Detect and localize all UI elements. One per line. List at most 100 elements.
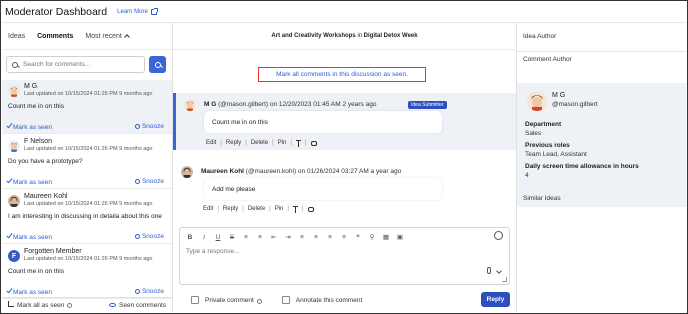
comment-text: Count me in on this (8, 103, 65, 110)
comment-text: I am interesting in discussing in detail… (8, 213, 162, 220)
clock-icon (134, 234, 140, 239)
check-icon (6, 231, 13, 239)
list-item[interactable]: F Forgotten Member Last updated on 10/15… (2, 245, 172, 299)
comment-author-card: M G @mason.gilbert Department Sales Prev… (517, 83, 686, 207)
comment-author-heading[interactable]: Comment Author (517, 51, 686, 69)
avatar: F (8, 250, 20, 262)
comment-author: Maureen Kohl (24, 193, 68, 200)
reply-link[interactable]: Reply (223, 206, 238, 212)
mark-as-seen-button[interactable]: Mark as seen (6, 231, 53, 241)
indent-icon[interactable]: ⇥ (284, 233, 292, 241)
search-input[interactable] (23, 61, 133, 68)
info-icon[interactable] (67, 303, 73, 308)
attachment-icon[interactable] (487, 267, 491, 274)
response-input[interactable] (186, 248, 503, 255)
mark-as-seen-button[interactable]: Mark as seen (6, 121, 53, 131)
top-bar: Moderator Dashboard Learn More (2, 2, 686, 23)
department-label: Department (525, 121, 562, 128)
italic-button[interactable]: I (200, 234, 208, 241)
edit-button[interactable]: Edit (203, 206, 213, 212)
search-button[interactable] (149, 56, 166, 73)
snooze-button[interactable]: Snooze (134, 288, 164, 295)
list-item[interactable]: M G Last updated on 10/15/2024 01:26 PM … (2, 80, 172, 134)
strikethrough-button[interactable]: S (228, 234, 236, 241)
status-badge: Idea Submitter (408, 101, 447, 109)
annotate-checkbox[interactable] (281, 296, 290, 304)
comment-author: Maureen Kohl (201, 168, 244, 175)
table-icon[interactable]: ▦ (382, 233, 390, 241)
tab-ideas[interactable]: Ideas (8, 33, 25, 40)
info-icon[interactable] (256, 298, 262, 304)
mark-as-seen-button[interactable]: Mark as seen (6, 176, 52, 186)
eye-icon (109, 302, 117, 307)
search-row (6, 56, 166, 73)
comment-thread: M G (@mason.gilbert) on 12/20/2023 01:45… (173, 93, 516, 150)
seen-comments-button[interactable]: Seen comments (109, 302, 166, 309)
reply-button[interactable]: Reply (481, 292, 510, 307)
app-frame: Moderator Dashboard Learn More Ideas Com… (0, 0, 688, 314)
comment-actions: Edit | Reply | Delete | Pin | | (206, 140, 317, 147)
quote-icon[interactable]: ❝ (354, 233, 362, 241)
snooze-label: Snooze (141, 233, 164, 240)
image-icon[interactable]: ▣ (396, 233, 404, 241)
align-left-icon[interactable]: ≡ (298, 234, 306, 241)
pin-icon[interactable] (292, 206, 298, 213)
bold-button[interactable]: B (186, 234, 194, 241)
resize-handle[interactable] (502, 277, 507, 282)
pin-button[interactable]: Pin (278, 140, 287, 146)
seen-comments-label: Seen comments (119, 301, 166, 309)
idea-author-heading[interactable]: Idea Author (517, 33, 686, 40)
mark-all-discussion-seen-link[interactable]: Mark all comments in this discussion as … (258, 67, 426, 82)
delete-button[interactable]: Delete (251, 140, 268, 146)
learn-more-link[interactable]: Learn More (117, 8, 158, 15)
snooze-button[interactable]: Snooze (134, 178, 164, 185)
align-center-icon[interactable]: ≡ (312, 234, 320, 241)
align-right-icon[interactable]: ≡ (326, 234, 334, 241)
reaction-icon[interactable] (307, 206, 314, 212)
search-field[interactable] (6, 56, 145, 73)
response-editor[interactable]: B I U S ≡ ≡ ⇤ ⇥ ≡ ≡ ≡ ≡ ❝ ⚲ ▦ ▣ (179, 227, 510, 285)
reply-link[interactable]: Reply (226, 140, 241, 146)
tab-bar: Ideas Comments Most recent (2, 23, 172, 50)
snooze-button[interactable]: Snooze (134, 123, 164, 130)
mark-all-as-seen-button[interactable]: Mark all as seen (8, 301, 73, 309)
comment-text: Do you have a prototype? (8, 158, 83, 165)
align-justify-icon[interactable]: ≡ (340, 234, 348, 241)
chevron-down-icon[interactable] (496, 268, 502, 274)
mark-as-seen-label: Mark as seen (13, 234, 53, 241)
screen-time-value: 4 (525, 172, 529, 179)
outdent-icon[interactable]: ⇤ (270, 233, 278, 241)
clock-icon (134, 179, 140, 184)
pin-button[interactable]: Pin (275, 206, 284, 212)
sort-dropdown[interactable]: Most recent (85, 33, 130, 40)
comment-updated: Last updated on 10/15/2024 01:26 PM 9 mo… (24, 146, 153, 152)
check-icon (6, 176, 13, 184)
comment-header: Maureen Kohl (@maureen.kohl) on 01/26/20… (201, 168, 401, 175)
reaction-icon[interactable] (310, 140, 317, 146)
pin-icon[interactable] (295, 140, 301, 147)
underline-button[interactable]: U (214, 234, 222, 241)
list-item[interactable]: F Nelson Last updated on 10/15/2024 01:2… (2, 135, 172, 189)
comment-meta: (@mason.gilbert) on 12/20/2023 01:45 AM … (218, 101, 377, 108)
tab-comments[interactable]: Comments (37, 33, 73, 40)
similar-ideas-heading[interactable]: Similar Ideas (517, 195, 686, 202)
mark-as-seen-button[interactable]: Mark as seen (6, 286, 53, 296)
learn-more-label: Learn More (117, 9, 148, 15)
snooze-button[interactable]: Snooze (134, 233, 164, 240)
mark-as-seen-label: Mark as seen (13, 124, 53, 131)
bullet-list-icon[interactable]: ≡ (242, 234, 250, 241)
comments-panel: Ideas Comments Most recent M G Last upda… (2, 23, 173, 312)
list-item[interactable]: Maureen Kohl Last updated on 10/15/2024 … (2, 190, 172, 244)
emoji-icon[interactable] (494, 231, 503, 240)
edit-button[interactable]: Edit (206, 140, 216, 146)
numbered-list-icon[interactable]: ≡ (256, 234, 264, 241)
search-icon (12, 61, 18, 68)
comment-author: M G (204, 101, 217, 108)
link-icon[interactable]: ⚲ (368, 233, 376, 241)
delete-button[interactable]: Delete (248, 206, 265, 212)
comment-author: Forgotten Member (24, 248, 82, 255)
private-comment-checkbox[interactable] (191, 296, 199, 304)
discussion-title: Art and Creativity Workshops in Digital … (173, 23, 516, 50)
mark-as-seen-label: Mark as seen (13, 289, 53, 296)
avatar (181, 166, 193, 178)
